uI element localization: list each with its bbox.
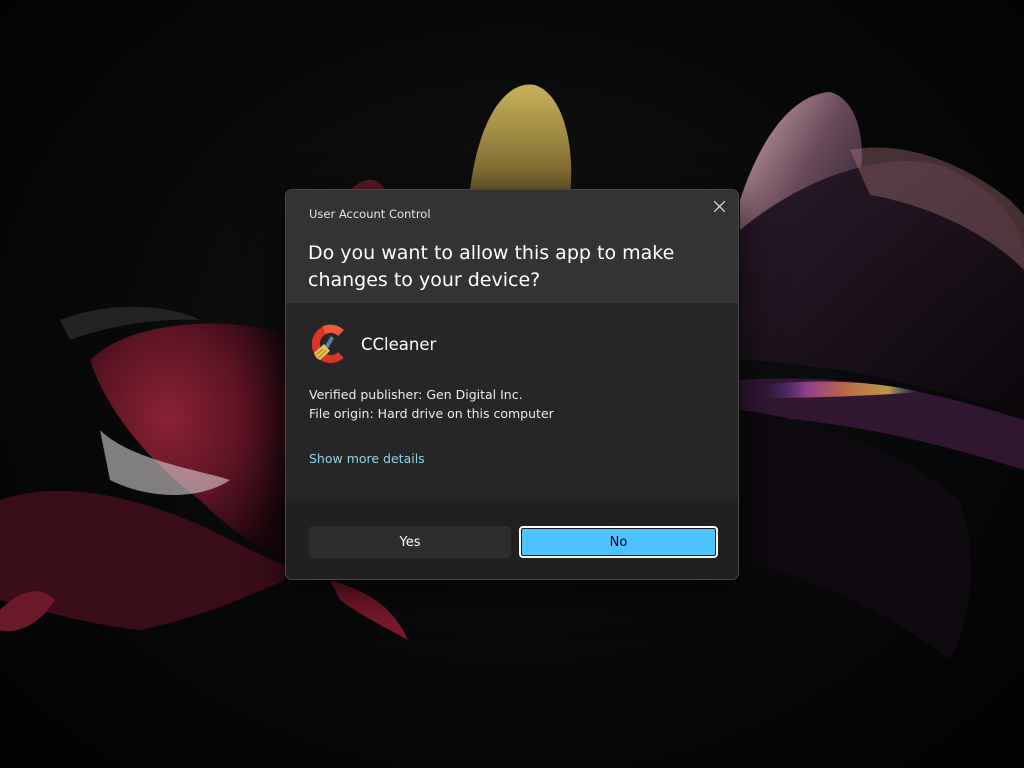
yes-button[interactable]: Yes — [309, 526, 511, 558]
no-button[interactable]: No — [519, 526, 718, 558]
dialog-question: Do you want to allow this app to make ch… — [308, 242, 675, 291]
publisher-text: Verified publisher: Gen Digital Inc. — [309, 387, 523, 402]
app-row: CCleaner — [308, 323, 436, 365]
dialog-footer: Yes No — [286, 500, 738, 579]
uac-dialog: User Account Control Do you want to allo… — [285, 189, 739, 580]
dialog-header: User Account Control Do you want to allo… — [286, 190, 738, 303]
desktop: User Account Control Do you want to allo… — [0, 0, 1024, 768]
file-origin-text: File origin: Hard drive on this computer — [309, 406, 554, 421]
ccleaner-logo-icon — [311, 324, 344, 363]
dialog-caption: User Account Control — [309, 207, 431, 221]
close-button[interactable] — [704, 192, 734, 220]
app-info: Verified publisher: Gen Digital Inc. Fil… — [309, 385, 554, 423]
show-more-details-link[interactable]: Show more details — [309, 451, 425, 466]
close-icon — [713, 200, 725, 212]
app-name: CCleaner — [361, 334, 437, 354]
